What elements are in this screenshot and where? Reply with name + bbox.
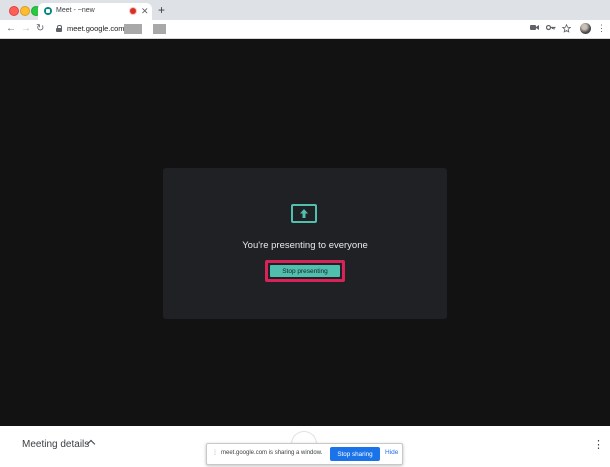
sharing-message: meet.google.com is sharing a window. xyxy=(221,450,323,456)
back-arrow-icon[interactable]: ← xyxy=(6,22,16,36)
browser-menu-icon[interactable]: ⋮ xyxy=(597,22,606,34)
redacted-url-segment xyxy=(124,24,142,34)
screen-sharing-bar: ⁞ meet.google.com is sharing a window. S… xyxy=(206,443,403,465)
redacted-url-segment xyxy=(153,24,166,34)
browser-tab-meet[interactable]: Meet - ~new ✕ xyxy=(38,3,152,20)
new-tab-button[interactable]: + xyxy=(158,3,165,17)
window-minimize-button[interactable] xyxy=(20,6,30,16)
google-meet-icon xyxy=(44,7,52,15)
profile-avatar[interactable] xyxy=(580,23,591,34)
forward-arrow-icon[interactable]: → xyxy=(21,22,31,36)
recording-indicator-icon xyxy=(130,8,136,14)
browser-toolbar: ← → ↻ meet.google.com/ ⋮ xyxy=(0,20,610,39)
camera-icon[interactable] xyxy=(530,24,539,34)
tab-title: Meet - ~new xyxy=(56,7,95,14)
tab-close-icon[interactable]: ✕ xyxy=(141,5,149,17)
stop-presenting-button[interactable]: Stop presenting xyxy=(270,265,340,277)
presenting-message: You're presenting to everyone xyxy=(242,240,368,251)
drag-handle-icon[interactable]: ⁞ xyxy=(214,449,216,459)
stop-sharing-button[interactable]: Stop sharing xyxy=(330,447,380,461)
key-icon[interactable] xyxy=(545,24,556,34)
meeting-details-button[interactable]: Meeting details xyxy=(22,439,89,450)
address-bar-url[interactable]: meet.google.com/ xyxy=(67,24,127,33)
present-screen-icon xyxy=(291,204,317,223)
browser-tab-bar: Meet - ~new ✕ + xyxy=(0,0,610,20)
presenting-card: You're presenting to everyone Stop prese… xyxy=(163,168,447,319)
window-close-button[interactable] xyxy=(9,6,19,16)
more-options-icon[interactable]: ⋮ xyxy=(593,438,604,452)
lock-icon[interactable] xyxy=(56,25,62,32)
reload-icon[interactable]: ↻ xyxy=(36,22,44,36)
star-icon[interactable] xyxy=(561,23,572,36)
hide-sharing-bar-button[interactable]: Hide xyxy=(385,449,398,456)
